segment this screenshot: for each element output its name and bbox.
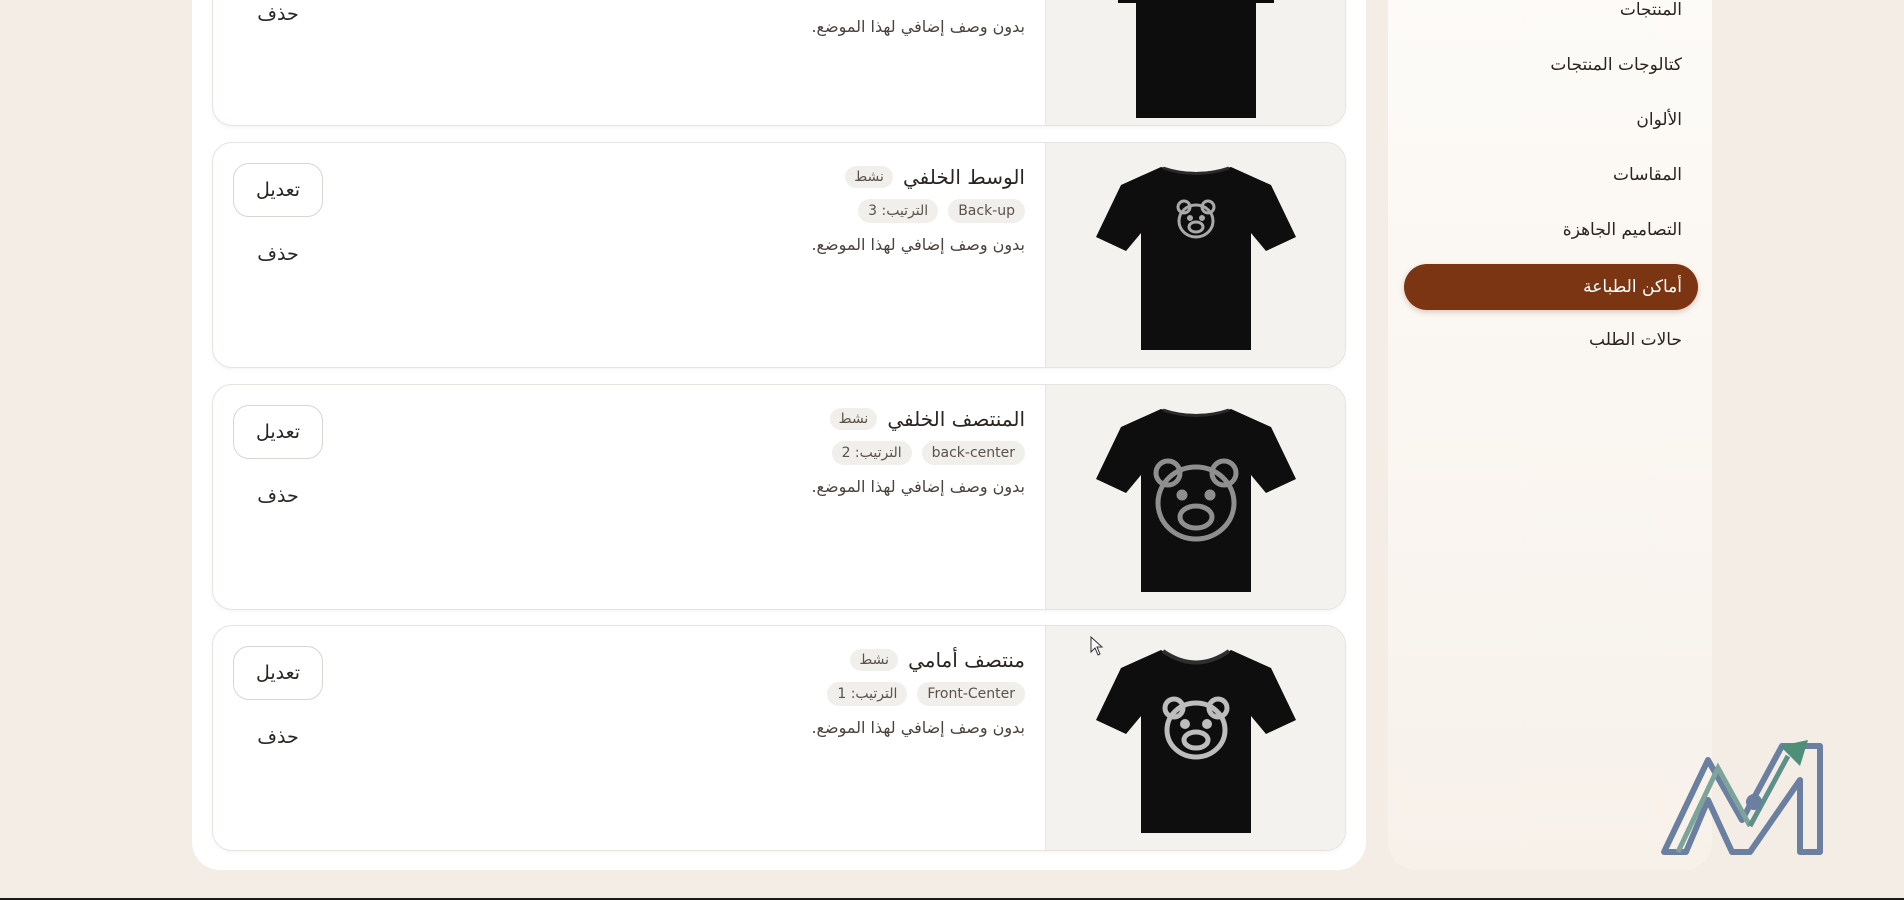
sidebar-item-label: أماكن الطباعة [1583, 277, 1682, 297]
slug-chip: Front-Center [917, 682, 1025, 706]
sidebar-item-order-statuses[interactable]: حالات الطلب [1589, 330, 1682, 350]
delete-button[interactable]: حذف [233, 3, 323, 25]
sidebar-item-product-catalogs[interactable]: كتالوجات المنتجات [1550, 55, 1682, 75]
card-description: بدون وصف إضافي لهذا الموضع. [811, 718, 1025, 737]
card-image [1045, 626, 1345, 850]
card-title: الوسط الخلفي [902, 165, 1025, 189]
card-title: منتصف أمامي [908, 648, 1025, 672]
status-badge: نشط [829, 408, 878, 430]
print-location-card: منتصف أمامي نشط Front-Center الترتيب: 1 … [212, 625, 1346, 851]
sidebar-item-sizes[interactable]: المقاسات [1613, 165, 1682, 185]
brand-logo-icon [1661, 740, 1823, 855]
order-chip: الترتيب: 1 [827, 682, 908, 706]
status-badge: نشط [850, 649, 899, 671]
edit-button[interactable]: تعديل [233, 163, 323, 217]
card-image [1045, 0, 1345, 125]
card-title: المنتصف الخلفي [887, 407, 1025, 431]
mouse-cursor-icon [1090, 636, 1104, 656]
tshirt-front-icon [1095, 649, 1296, 833]
sidebar-item-colors[interactable]: الألوان [1636, 110, 1682, 130]
order-chip: الترتيب: 2 [831, 441, 912, 465]
tshirt-back-icon [1095, 408, 1296, 592]
card-image [1045, 143, 1345, 367]
tshirt-icon [1117, 0, 1274, 118]
edit-button[interactable]: تعديل [233, 646, 323, 700]
slug-chip: back-center [921, 441, 1025, 465]
sidebar-item-print-locations[interactable]: أماكن الطباعة [1404, 264, 1698, 310]
slug-chip: Back-up [948, 199, 1025, 223]
sidebar-item-ready-designs[interactable]: التصاميم الجاهزة [1563, 220, 1682, 240]
delete-button[interactable]: حذف [233, 726, 323, 748]
delete-button[interactable]: حذف [233, 485, 323, 507]
print-location-card: المنتصف الخلفي نشط back-center الترتيب: … [212, 384, 1346, 610]
print-location-card: بدون وصف إضافي لهذا الموضع. حذف [212, 0, 1346, 126]
sidebar-item-products[interactable]: المنتجات [1620, 0, 1682, 20]
status-badge: نشط [845, 166, 893, 188]
tshirt-back-icon [1095, 166, 1296, 350]
card-image [1045, 385, 1345, 609]
edit-button[interactable]: تعديل [233, 405, 323, 459]
delete-button[interactable]: حذف [233, 243, 323, 265]
card-description: بدون وصف إضافي لهذا الموضع. [811, 477, 1025, 496]
print-location-card: الوسط الخلفي نشط Back-up الترتيب: 3 بدون… [212, 142, 1346, 368]
card-description: بدون وصف إضافي لهذا الموضع. [811, 235, 1025, 254]
order-chip: الترتيب: 3 [858, 199, 939, 223]
card-description: بدون وصف إضافي لهذا الموضع. [811, 17, 1025, 36]
